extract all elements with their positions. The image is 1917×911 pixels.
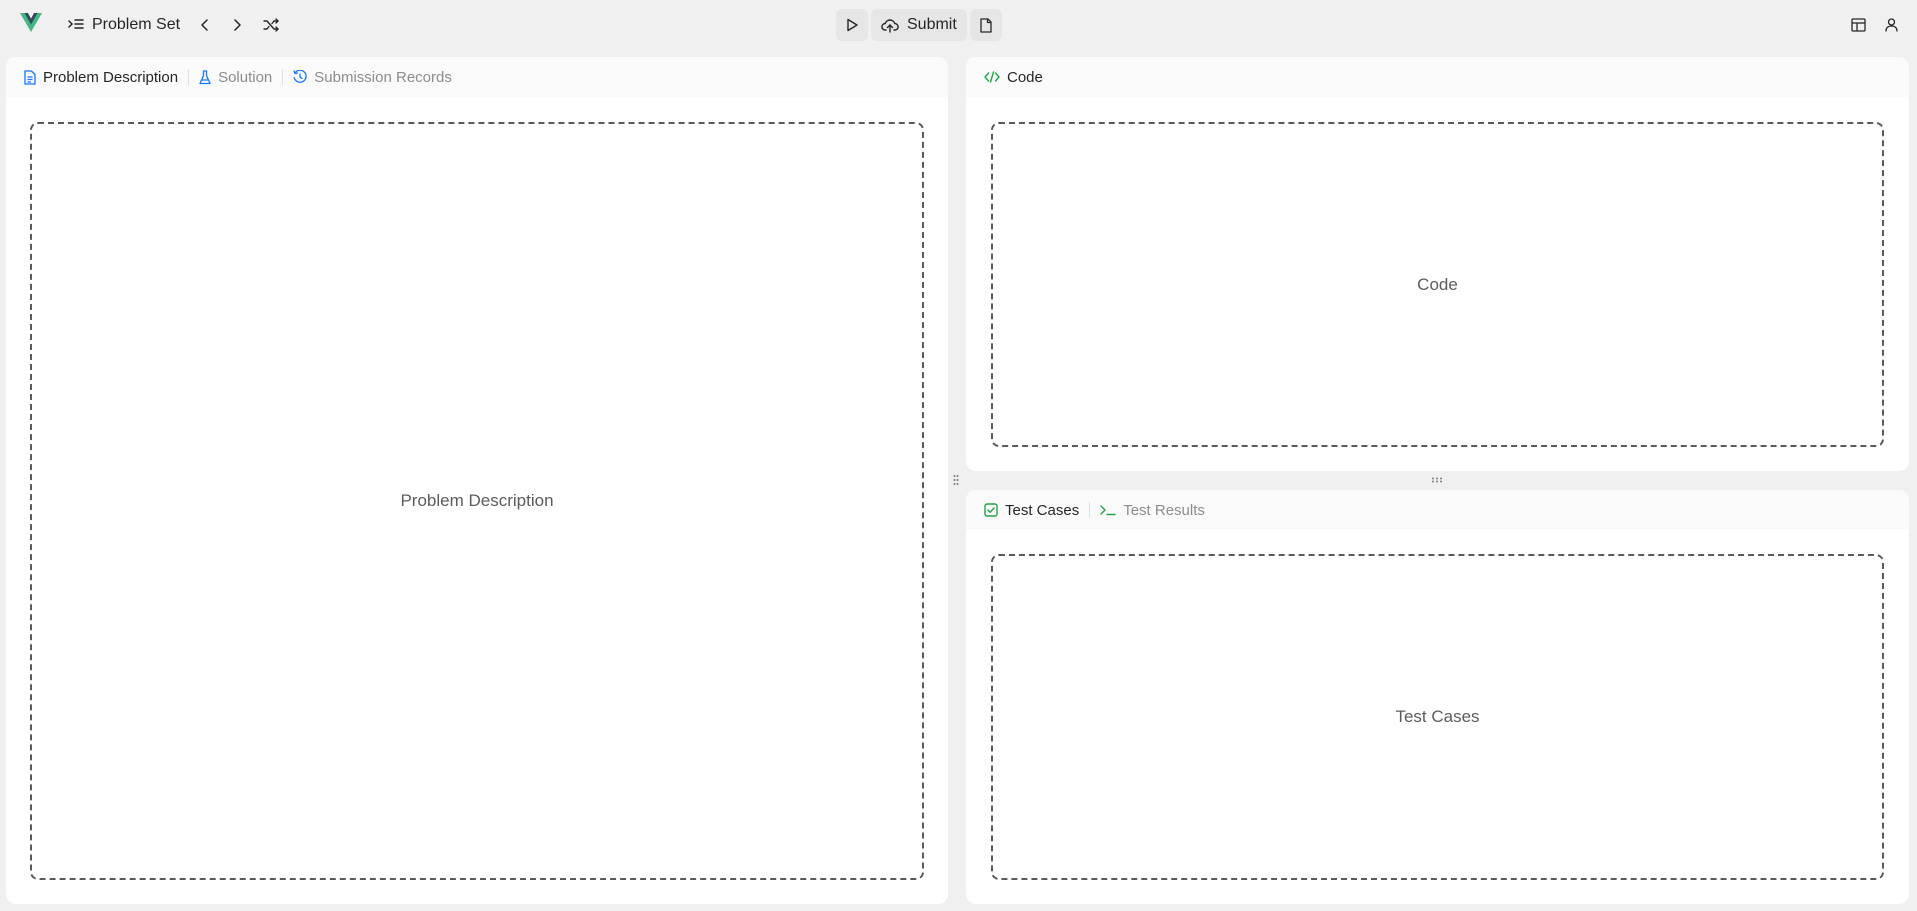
terminal-icon [1100,504,1116,516]
submit-label: Submit [907,16,957,33]
chevron-left-icon[interactable] [195,15,215,35]
left-tab-bar: Problem Description Solution Submission [6,57,948,97]
code-icon [984,71,1000,83]
history-icon [293,70,307,84]
tab-label: Test Results [1123,501,1205,519]
tab-solution[interactable]: Solution [199,69,272,86]
top-bar: Problem Set Submit [0,0,1917,50]
tab-label: Test Cases [1005,501,1080,519]
tab-divider [188,69,190,85]
problem-set-button[interactable]: Problem Set [68,14,180,36]
tab-divider [1089,502,1091,518]
file-text-icon [24,69,36,85]
tab-label: Problem Description [43,68,179,86]
notes-button[interactable] [969,9,1002,41]
test-panel: Test Cases Test Results Test Cases [966,490,1909,904]
code-panel: Code Code [966,57,1909,471]
tab-divider [282,69,284,85]
problem-description-panel: Problem Description Solution Submission [6,57,948,904]
test-cases-placeholder: Test Cases [991,554,1884,880]
tab-submission-records[interactable]: Submission Records [293,69,452,86]
list-icon [68,18,84,32]
flask-icon [199,69,211,85]
run-submit-group: Submit [836,9,1002,41]
tab-test-cases[interactable]: Test Cases [984,502,1079,519]
placeholder-label: Problem Description [400,491,554,510]
submit-button[interactable]: Submit [871,9,967,41]
layout-icon[interactable] [1848,15,1868,35]
horizontal-resize-handle[interactable] [1430,477,1444,483]
test-tab-bar: Test Cases Test Results [966,490,1909,530]
code-tab-bar: Code [966,57,1909,97]
tab-label: Solution [218,68,273,86]
tab-problem-description[interactable]: Problem Description [24,69,178,86]
chevron-right-icon[interactable] [227,15,247,35]
code-placeholder: Code [991,122,1884,447]
tab-label: Code [1007,68,1043,86]
placeholder-label: Test Cases [1395,707,1480,726]
vue-logo-icon[interactable] [20,13,42,33]
placeholder-label: Code [1417,274,1458,294]
tab-code[interactable]: Code [984,69,1043,86]
checkbox-icon [984,503,998,517]
note-icon [979,17,993,33]
shuffle-icon[interactable] [261,15,281,35]
problem-set-label: Problem Set [92,16,181,33]
play-icon [845,18,859,32]
problem-description-placeholder: Problem Description [30,122,924,880]
vertical-resize-handle[interactable] [953,473,959,487]
tab-test-results[interactable]: Test Results [1100,502,1205,519]
cloud-upload-icon [881,18,899,33]
tab-label: Submission Records [314,68,452,86]
run-button[interactable] [836,9,868,41]
user-icon[interactable] [1881,15,1901,35]
